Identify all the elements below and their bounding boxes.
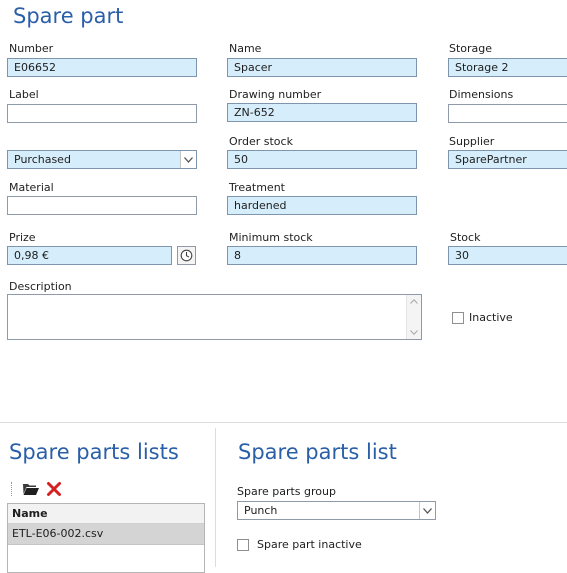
name-label: Name <box>229 42 262 55</box>
storage-field[interactable]: Storage 2 <box>448 58 567 77</box>
spare-parts-lists-title: Spare parts lists <box>9 440 179 464</box>
stock-label: Stock <box>450 231 481 244</box>
section-divider <box>0 422 567 423</box>
supplier-label: Supplier <box>449 135 495 148</box>
procurement-value: Purchased <box>14 153 71 166</box>
table-row[interactable]: ETL-E06-002.csv <box>8 524 204 545</box>
chevron-down-icon[interactable] <box>180 151 196 168</box>
price-history-button[interactable] <box>177 246 196 265</box>
scroll-down-icon[interactable] <box>410 330 418 335</box>
order-stock-label: Order stock <box>229 135 293 148</box>
label-field[interactable] <box>7 104 197 123</box>
toolbar-grip <box>11 482 15 496</box>
number-label: Number <box>9 42 54 55</box>
supplier-field[interactable]: SparePartner <box>448 150 567 169</box>
description-scrollbar[interactable] <box>406 295 421 339</box>
inactive-label: Inactive <box>469 311 513 324</box>
procurement-dropdown[interactable]: Purchased <box>7 150 197 169</box>
prize-label: Prize <box>9 231 36 244</box>
panel-divider <box>215 428 216 567</box>
description-label: Description <box>9 280 72 293</box>
table-cell-name: ETL-E06-002.csv <box>12 527 104 540</box>
material-label: Material <box>9 181 54 194</box>
stock-field[interactable]: 30 <box>448 246 567 265</box>
treatment-field[interactable]: hardened <box>227 196 417 215</box>
spare-parts-list-title: Spare parts list <box>238 440 397 464</box>
material-field[interactable] <box>7 196 197 215</box>
folder-open-icon[interactable] <box>22 481 40 497</box>
inactive-checkbox[interactable] <box>452 312 464 324</box>
storage-label: Storage <box>449 42 493 55</box>
spare-part-inactive-checkbox[interactable] <box>237 539 249 551</box>
dimensions-label: Dimensions <box>449 88 514 101</box>
spare-parts-group-value: Punch <box>244 504 278 517</box>
table-header: Name <box>8 504 204 524</box>
prize-field[interactable]: 0,98 € <box>7 246 172 265</box>
column-header-name[interactable]: Name <box>12 507 48 520</box>
description-textarea[interactable] <box>7 294 422 340</box>
dimensions-field[interactable] <box>448 104 567 123</box>
spare-part-inactive-label: Spare part inactive <box>257 538 362 551</box>
treatment-label: Treatment <box>229 181 285 194</box>
drawing-number-field[interactable]: ZN-652 <box>227 103 417 122</box>
order-stock-field[interactable]: 50 <box>227 150 417 169</box>
label-label: Label <box>9 88 39 101</box>
delete-x-icon[interactable] <box>46 481 62 497</box>
spare-parts-group-dropdown[interactable]: Punch <box>237 501 436 520</box>
clock-icon <box>180 249 193 262</box>
spare-parts-lists-table: Name ETL-E06-002.csv <box>7 503 205 573</box>
spare-parts-group-label: Spare parts group <box>237 485 336 498</box>
scroll-up-icon[interactable] <box>410 299 418 304</box>
page-title: Spare part <box>13 4 124 28</box>
minimum-stock-label: Minimum stock <box>229 231 313 244</box>
number-field[interactable]: E06652 <box>7 58 197 77</box>
chevron-down-icon[interactable] <box>419 502 435 519</box>
name-field[interactable]: Spacer <box>227 58 417 77</box>
minimum-stock-field[interactable]: 8 <box>227 246 417 265</box>
drawing-number-label: Drawing number <box>229 88 322 101</box>
